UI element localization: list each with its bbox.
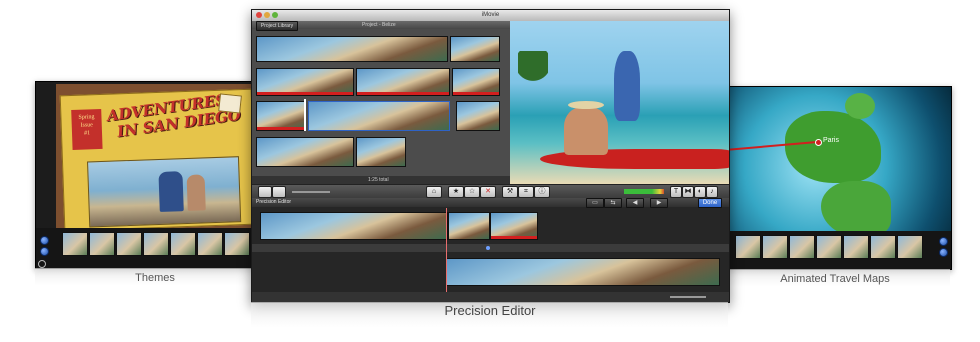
theme-thumb[interactable] [224, 232, 250, 256]
girl-figure [186, 174, 206, 211]
outgoing-clip[interactable] [448, 212, 490, 240]
reject-button[interactable]: ✕ [480, 186, 496, 198]
map-thumb[interactable] [789, 235, 815, 259]
viewer [510, 21, 729, 184]
theme-preview: Spring Issue #1 Adventures In San Diego [56, 84, 257, 232]
map-thumb[interactable] [735, 235, 761, 259]
theme-thumb[interactable] [62, 232, 88, 256]
fisherman-figure [158, 171, 184, 212]
cover-photo [87, 156, 242, 228]
precision-editor: Precision Editor ▭ ⇆ ◀ ▶ Done [252, 198, 729, 302]
map-label: Paris [823, 137, 839, 144]
hat [568, 101, 604, 109]
boy-figure [614, 51, 640, 121]
map-thumb[interactable] [870, 235, 896, 259]
home-button[interactable]: ⌂ [426, 186, 442, 198]
toggle-view-button[interactable]: ⇆ [604, 198, 622, 208]
map-pin [815, 139, 822, 146]
track-divider [252, 244, 729, 252]
text-button[interactable]: T [670, 186, 682, 198]
music-button[interactable]: ♪ [706, 186, 718, 198]
issue-badge: Spring Issue #1 [71, 108, 103, 150]
maps-filmstrip [735, 235, 923, 259]
theme-thumb[interactable] [116, 232, 142, 256]
map-thumb[interactable] [843, 235, 869, 259]
settings-icon[interactable] [38, 260, 46, 268]
theme-thumb[interactable] [170, 232, 196, 256]
project-clip[interactable] [256, 68, 354, 96]
editor-zoom-slider[interactable] [670, 296, 706, 298]
theme-thumb[interactable] [143, 232, 169, 256]
scroll-up-button[interactable] [939, 237, 948, 246]
map-thumb[interactable] [816, 235, 842, 259]
unmark-button[interactable]: ☆ [464, 186, 480, 198]
show-clip-button[interactable]: ▭ [586, 198, 604, 208]
favorite-button[interactable]: ★ [448, 186, 464, 198]
editor-footer [252, 292, 729, 302]
project-clip[interactable] [256, 101, 306, 131]
maps-button[interactable]: ◐ [694, 186, 706, 198]
imovie-window: iMovie Project Library Project - Belize … [251, 9, 730, 303]
palm-tree [518, 51, 548, 111]
theme-thumb[interactable] [89, 232, 115, 256]
scroll-up-button[interactable] [40, 236, 49, 245]
zoom-slider[interactable] [292, 191, 330, 193]
project-clip[interactable] [356, 137, 406, 167]
project-browser: Project Library Project - Belize 1:25 to… [252, 21, 510, 184]
themes-caption: Themes [135, 272, 175, 284]
window-title: iMovie [481, 12, 500, 18]
globe-view: Paris [725, 87, 951, 231]
project-clip[interactable] [256, 137, 354, 167]
precision-editor-caption: Precision Editor [444, 303, 536, 318]
project-clip[interactable] [308, 101, 450, 131]
browser-playhead [304, 99, 306, 131]
map-thumb[interactable] [897, 235, 923, 259]
themes-filmstrip [62, 232, 250, 256]
map-thumb[interactable] [762, 235, 788, 259]
maps-caption: Animated Travel Maps [780, 273, 890, 285]
transitions-button[interactable]: ⧓ [682, 186, 694, 198]
info-button[interactable]: ⓘ [534, 186, 550, 198]
camera-button[interactable] [258, 186, 272, 198]
outgoing-clip[interactable] [260, 212, 448, 240]
project-clip[interactable] [452, 68, 500, 96]
project-clip[interactable] [450, 36, 500, 62]
edit-point-handle[interactable] [486, 246, 490, 250]
previous-edit-button[interactable]: ◀ [626, 198, 644, 208]
magazine-cover: Spring Issue #1 Adventures In San Diego [59, 88, 257, 232]
project-clip[interactable] [256, 36, 448, 62]
audio-meter [624, 189, 664, 194]
scroll-down-button[interactable] [939, 248, 948, 257]
total-time-label: 1:25 total [368, 177, 389, 183]
wrench-button[interactable]: ⚒ [502, 186, 518, 198]
scroll-down-button[interactable] [40, 247, 49, 256]
project-library-button[interactable]: Project Library [256, 21, 298, 31]
africa-landmass [821, 181, 891, 231]
done-button[interactable]: Done [698, 198, 722, 208]
scandinavia-landmass [845, 93, 875, 119]
project-label: Project - Belize [362, 22, 396, 28]
project-clip[interactable] [456, 101, 500, 131]
precision-editor-label: Precision Editor [256, 199, 292, 205]
man-figure [564, 107, 608, 155]
project-clip[interactable] [356, 68, 450, 96]
incoming-clip[interactable] [446, 258, 720, 286]
crop-button[interactable]: ⌗ [518, 186, 534, 198]
swap-button[interactable] [272, 186, 286, 198]
next-edit-button[interactable]: ▶ [650, 198, 668, 208]
edit-playhead[interactable] [446, 208, 447, 294]
themes-panel: Spring Issue #1 Adventures In San Diego [35, 81, 260, 269]
outgoing-clip[interactable] [490, 212, 538, 240]
europe-landmass [785, 111, 881, 183]
theme-thumb[interactable] [197, 232, 223, 256]
travel-maps-panel: Paris [724, 86, 952, 270]
sticker [218, 93, 242, 114]
badge-line-3: #1 [83, 130, 91, 137]
